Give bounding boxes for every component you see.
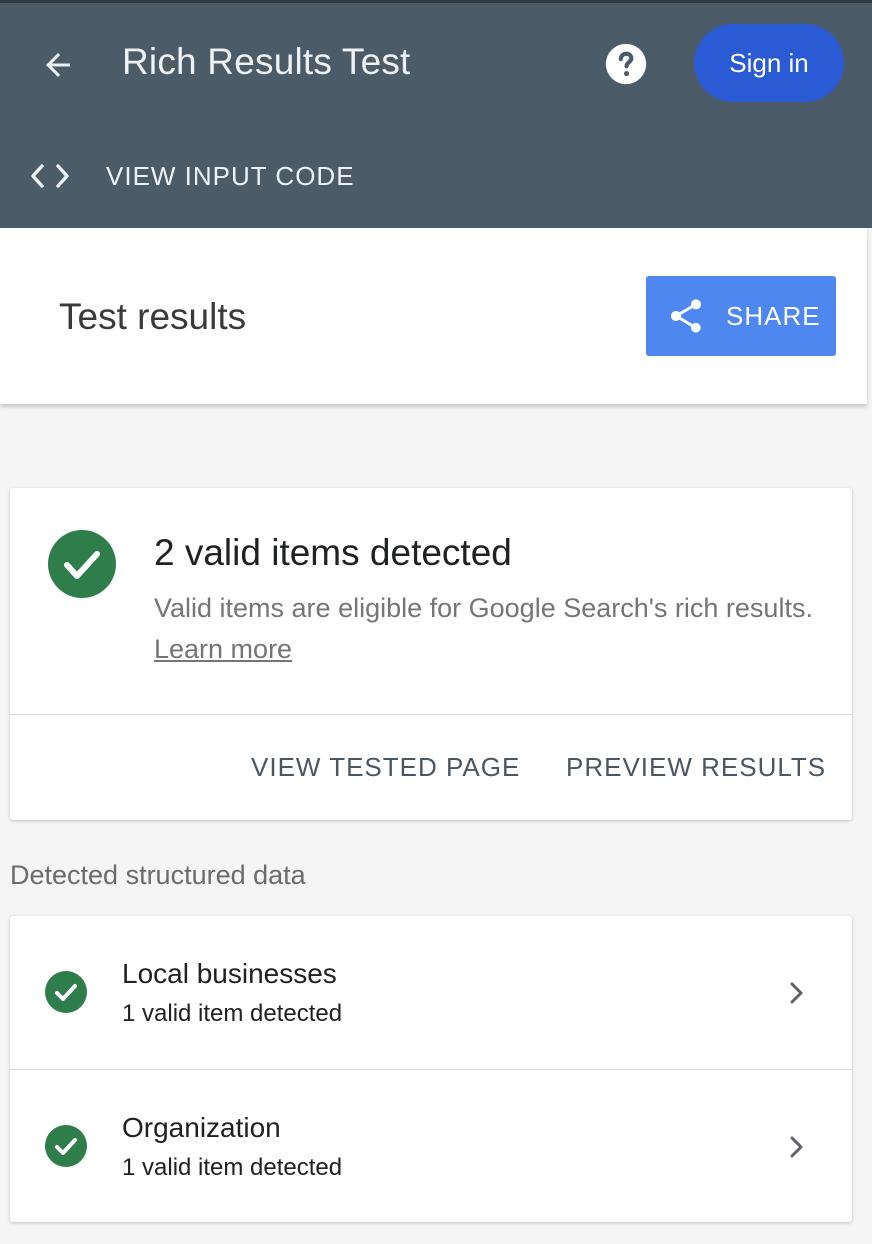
item-subtitle: 1 valid item detected [122,1154,343,1181]
valid-items-description: Valid items are eligible for Google Sear… [154,588,814,670]
sign-in-button[interactable]: Sign in [694,24,844,102]
back-button[interactable] [36,43,80,87]
check-circle-icon [48,530,116,598]
check-circle-icon [45,1125,87,1167]
app-title: Rich Results Test [122,41,411,82]
test-results-bar: Test results SHARE [0,228,867,404]
chevron-right-icon [790,1136,803,1158]
list-item-organization[interactable]: Organization 1 valid item detected [10,1069,852,1222]
structured-data-list: Local businesses 1 valid item detected O… [10,916,852,1222]
share-label: SHARE [726,300,821,331]
view-tested-page-button[interactable]: VIEW TESTED PAGE [251,752,520,783]
share-icon [666,296,706,336]
page-title: Test results [59,296,247,337]
help-button[interactable] [604,42,648,86]
share-button[interactable]: SHARE [646,276,836,356]
item-title: Organization [122,1112,281,1143]
valid-items-headline: 2 valid items detected [154,532,512,573]
top-app-bar: Rich Results Test Sign in VIEW INPUT COD… [0,0,872,228]
item-title: Local businesses [122,958,337,989]
preview-results-button[interactable]: PREVIEW RESULTS [566,752,826,783]
chevron-right-icon [790,982,803,1004]
view-input-code-button[interactable]: VIEW INPUT CODE [28,153,355,199]
description-text: Valid items are eligible for Google Sear… [154,593,813,623]
summary-card: 2 valid items detected Valid items are e… [10,488,852,820]
detected-structured-data-heading: Detected structured data [10,860,306,890]
arrow-back-icon [46,53,70,77]
view-input-code-label: VIEW INPUT CODE [106,160,355,191]
learn-more-link[interactable]: Learn more [154,634,292,664]
item-subtitle: 1 valid item detected [122,1000,343,1027]
divider [10,714,852,715]
code-icon [28,161,72,191]
list-item-local-businesses[interactable]: Local businesses 1 valid item detected [10,916,852,1069]
app-root: Rich Results Test Sign in VIEW INPUT COD… [0,0,872,1244]
help-icon [605,43,647,85]
check-circle-icon [45,971,87,1013]
